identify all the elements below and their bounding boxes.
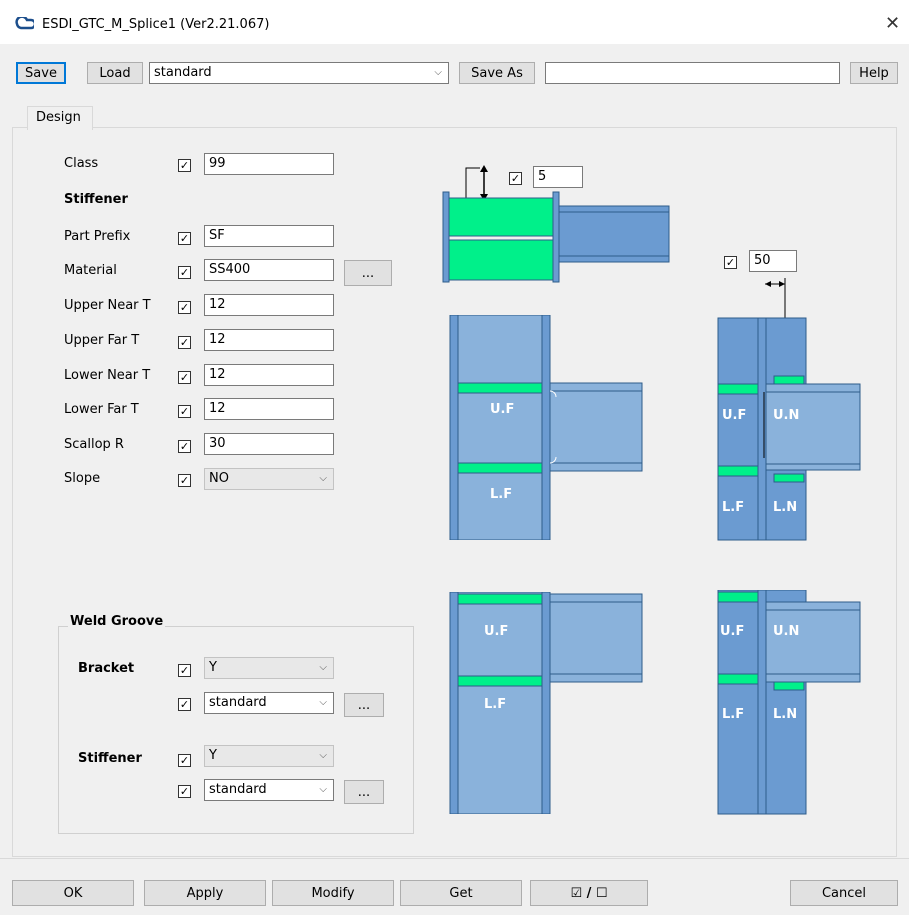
class-label: Class xyxy=(64,156,99,171)
preset-value: standard xyxy=(154,65,212,80)
bracket-select[interactable]: Y ⌵ xyxy=(204,657,334,679)
stiffener-far-flush-diagram xyxy=(449,592,643,814)
upper-near-input[interactable]: 12 xyxy=(204,294,334,316)
modify-button[interactable]: Modify xyxy=(272,880,394,906)
stiffener-heading: Stiffener xyxy=(64,192,128,207)
bracket-browse-button[interactable]: ... xyxy=(344,693,384,717)
footer-separator xyxy=(0,858,909,859)
lower-far-input[interactable]: 12 xyxy=(204,398,334,420)
bracket-value: Y xyxy=(209,660,217,675)
top-offset-checkbox[interactable]: ✓ xyxy=(509,172,522,185)
material-label: Material xyxy=(64,263,117,278)
preset-select[interactable]: standard ⌵ xyxy=(149,62,449,84)
weld-stiffener-std-checkbox[interactable]: ✓ xyxy=(178,785,191,798)
part-prefix-checkbox[interactable]: ✓ xyxy=(178,232,191,245)
class-input[interactable]: 99 xyxy=(204,153,334,175)
tab-design[interactable]: Design xyxy=(27,106,93,130)
weld-stiffener-select[interactable]: Y ⌵ xyxy=(204,745,334,767)
lower-far-checkbox[interactable]: ✓ xyxy=(178,405,191,418)
toggle-all-checkbox-button[interactable]: ☑ / ☐ xyxy=(530,880,648,906)
upper-far-marker-2: U.F xyxy=(722,408,747,423)
chevron-down-icon: ⌵ xyxy=(319,662,327,673)
upper-far-label: Upper Far T xyxy=(64,333,140,348)
upper-far-marker: U.F xyxy=(490,402,515,417)
upper-near-marker: U.N xyxy=(773,408,800,423)
bracket-standard-select[interactable]: standard ⌵ xyxy=(204,692,334,714)
lower-far-marker-3: L.F xyxy=(484,697,507,712)
chevron-down-icon: ⌵ xyxy=(434,67,442,78)
chevron-down-icon: ⌵ xyxy=(319,784,327,795)
apply-button[interactable]: Apply xyxy=(144,880,266,906)
get-button[interactable]: Get xyxy=(400,880,522,906)
lower-far-marker: L.F xyxy=(490,487,513,502)
lower-near-checkbox[interactable]: ✓ xyxy=(178,371,191,384)
weld-stiffener-browse-button[interactable]: ... xyxy=(344,780,384,804)
slope-label: Slope xyxy=(64,471,101,486)
lower-near-label: Lower Near T xyxy=(64,368,151,383)
upper-far-input[interactable]: 12 xyxy=(204,329,334,351)
scallop-r-label: Scallop R xyxy=(64,437,124,452)
window-title: ESDI_GTC_M_Splice1 (Ver2.21.067) xyxy=(42,17,270,32)
slope-select[interactable]: NO ⌵ xyxy=(204,468,334,490)
help-button[interactable]: Help xyxy=(850,62,898,84)
weld-groove-heading: Weld Groove xyxy=(68,614,166,629)
part-prefix-label: Part Prefix xyxy=(64,229,131,244)
lower-far-marker-4: L.F xyxy=(722,707,745,722)
bracket-standard-value: standard xyxy=(209,695,267,710)
class-checkbox[interactable]: ✓ xyxy=(178,159,191,172)
lower-near-marker: L.N xyxy=(773,500,798,515)
top-offset-input[interactable]: 5 xyxy=(533,166,583,188)
bracket-checkbox[interactable]: ✓ xyxy=(178,664,191,677)
save-as-name-input[interactable] xyxy=(545,62,840,84)
weld-stiffener-label: Stiffener xyxy=(78,751,142,766)
upper-far-marker-3: U.F xyxy=(484,624,509,639)
upper-near-label: Upper Near T xyxy=(64,298,151,313)
bracket-label: Bracket xyxy=(78,661,135,676)
upper-far-marker-4: U.F xyxy=(720,624,745,639)
slope-value: NO xyxy=(209,471,229,486)
weld-stiffener-value: Y xyxy=(209,748,217,763)
material-input[interactable]: SS400 xyxy=(204,259,334,281)
lower-near-marker-2: L.N xyxy=(773,707,798,722)
chevron-down-icon: ⌵ xyxy=(319,750,327,761)
save-as-button[interactable]: Save As xyxy=(459,62,535,84)
chevron-down-icon: ⌵ xyxy=(319,697,327,708)
material-browse-button[interactable]: ... xyxy=(344,260,392,286)
side-offset-input[interactable]: 50 xyxy=(749,250,797,272)
app-logo-icon xyxy=(15,17,34,30)
slope-checkbox[interactable]: ✓ xyxy=(178,474,191,487)
chevron-down-icon: ⌵ xyxy=(319,473,327,484)
cancel-button[interactable]: Cancel xyxy=(790,880,898,906)
ok-button[interactable]: OK xyxy=(12,880,134,906)
upper-near-marker-2: U.N xyxy=(773,624,800,639)
weld-stiffener-standard-select[interactable]: standard ⌵ xyxy=(204,779,334,801)
material-checkbox[interactable]: ✓ xyxy=(178,266,191,279)
scallop-r-input[interactable]: 30 xyxy=(204,433,334,455)
lower-far-marker-2: L.F xyxy=(722,500,745,515)
scallop-r-checkbox[interactable]: ✓ xyxy=(178,440,191,453)
close-icon[interactable]: ✕ xyxy=(885,13,900,34)
part-prefix-input[interactable]: SF xyxy=(204,225,334,247)
upper-far-checkbox[interactable]: ✓ xyxy=(178,336,191,349)
load-button[interactable]: Load xyxy=(87,62,143,84)
save-button[interactable]: Save xyxy=(16,62,66,84)
bracket-std-checkbox[interactable]: ✓ xyxy=(178,698,191,711)
lower-near-input[interactable]: 12 xyxy=(204,364,334,386)
weld-stiffener-standard-value: standard xyxy=(209,782,267,797)
weld-stiffener-checkbox[interactable]: ✓ xyxy=(178,754,191,767)
stiffener-far-diagram xyxy=(449,315,643,540)
lower-far-label: Lower Far T xyxy=(64,402,139,417)
upper-near-checkbox[interactable]: ✓ xyxy=(178,301,191,314)
side-offset-checkbox[interactable]: ✓ xyxy=(724,256,737,269)
